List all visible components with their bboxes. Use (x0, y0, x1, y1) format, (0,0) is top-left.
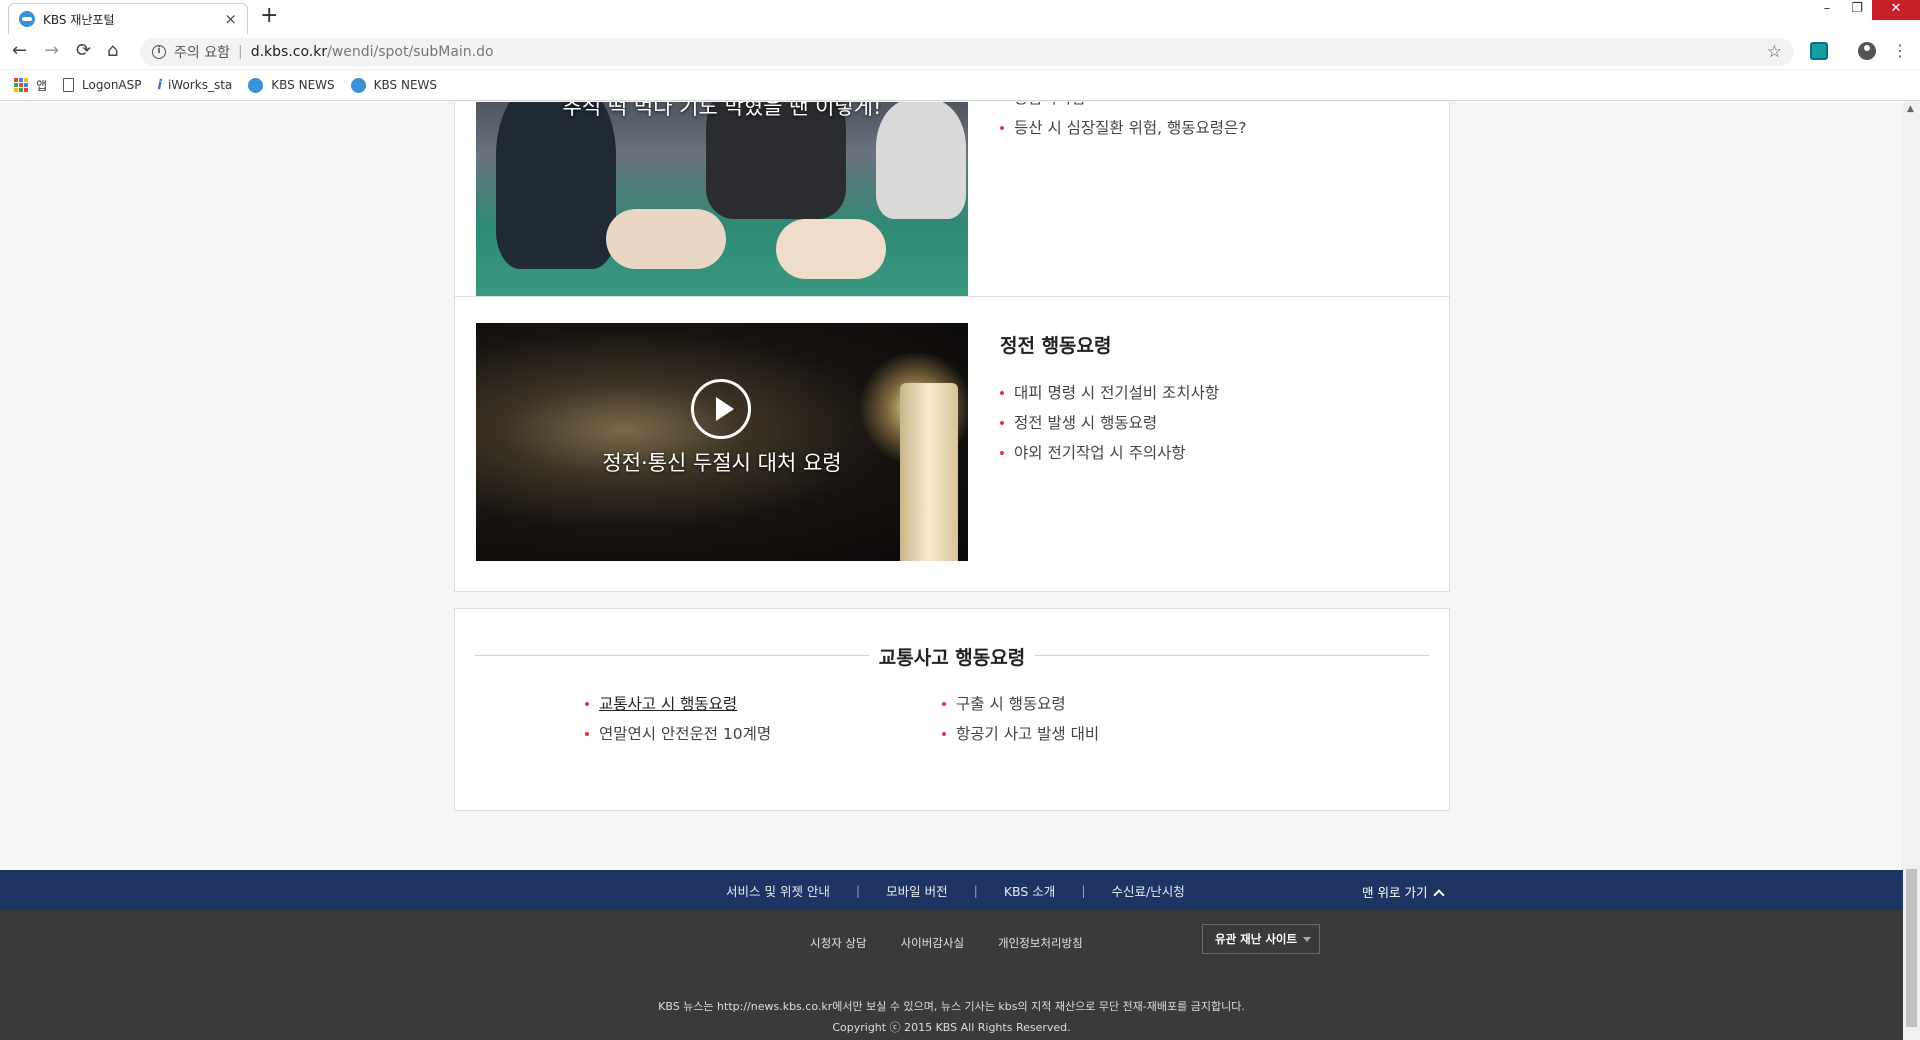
play-icon[interactable] (691, 379, 751, 439)
card-title[interactable]: 정전 행동요령 (1000, 331, 1219, 358)
address-bar[interactable]: i 주의 요함 | d.kbs.co.kr /wendi/spot/subMai… (140, 38, 1794, 66)
iworks-icon: i (157, 77, 162, 93)
security-label: 주의 요함 (174, 45, 230, 61)
footer-notice: KBS 뉴스는 http://news.kbs.co.kr에서만 보실 수 있으… (658, 1000, 1245, 1013)
bookmark-logonasp[interactable]: LogonASP (63, 78, 142, 92)
reload-icon[interactable]: ⟳ (76, 41, 91, 61)
thumbnail-caption: 추석 떡 먹다 기도 막혔을 땐 이렇게! (562, 102, 882, 119)
bookmark-iworks[interactable]: i iWorks_sta (158, 78, 233, 93)
back-to-top-button[interactable]: 맨 위로 가기 (1362, 882, 1446, 901)
divider: | (973, 882, 978, 898)
blackout-list: 대피 명령 시 전기설비 조치사항 정전 발생 시 행동요령 야외 전기작업 시… (1000, 378, 1219, 468)
traffic-card: 교통사고 행동요령 교통사고 시 행동요령 연말연시 안전운전 10계명 구출 … (454, 608, 1450, 811)
home-icon[interactable]: ⌂ (107, 41, 118, 61)
list-item[interactable]: 연말연시 안전운전 10계명 (585, 719, 771, 749)
back-to-top-label: 맨 위로 가기 (1362, 885, 1428, 900)
related-sites-label: 유관 재난 사이트 (1215, 932, 1298, 946)
list-item[interactable]: 대피 명령 시 전기설비 조치사항 (1000, 378, 1219, 408)
account-icon[interactable] (1858, 42, 1876, 60)
footer-main: 시청자 상담 사이버감사실 개인정보처리방침 유관 재난 사이트 KBS 뉴스는… (0, 910, 1903, 1040)
bookmarks-bar: 앱 LogonASP i iWorks_sta KBS NEWS KBS NEW… (0, 70, 1920, 101)
footer-link-viewer[interactable]: 시청자 상담 (810, 935, 867, 951)
copyright: Copyright ⓒ 2015 KBS All Rights Reserved… (832, 1021, 1071, 1034)
kbs-icon (248, 77, 264, 93)
bookmark-apps[interactable]: 앱 (14, 77, 47, 94)
traffic-list-right: 구출 시 행동요령 항공기 사고 발생 대비 (942, 689, 1099, 749)
first-aid-list: 응급처치법 등산 시 심장질환 위험, 행동요령은? (1000, 102, 1247, 143)
browser-menu-icon[interactable]: ⋮ (1892, 41, 1908, 61)
blackout-info: 정전 행동요령 대피 명령 시 전기설비 조치사항 정전 발생 시 행동요령 야… (1000, 331, 1219, 468)
traffic-list-left: 교통사고 시 행동요령 연말연시 안전운전 10계명 (585, 689, 771, 749)
bookmark-label: 앱 (36, 78, 48, 93)
bookmark-label: KBS NEWS (271, 78, 335, 92)
bookmark-label: iWorks_sta (167, 78, 233, 92)
footer-nav: 서비스 및 위젯 안내 | 모바일 버전 | KBS 소개 | 수신료/난시청 … (0, 870, 1903, 910)
apps-grid-icon (14, 78, 28, 92)
extension-icon[interactable] (1810, 42, 1828, 60)
bookmark-kbs-news-1[interactable]: KBS NEWS (248, 77, 335, 93)
page-viewport: 추석 떡 먹다 기도 막혔을 땐 이렇게! 응급처치법 등산 시 심장질환 위험… (0, 102, 1903, 1040)
list-item[interactable]: 야외 전기작업 시 주의사항 (1000, 438, 1219, 468)
forward-icon[interactable]: → (44, 41, 59, 61)
first-aid-video-thumbnail[interactable]: 추석 떡 먹다 기도 막혔을 땐 이렇게! (476, 102, 968, 297)
minimize-button[interactable]: – (1812, 0, 1842, 20)
divider: | (1081, 882, 1086, 898)
bookmark-star-icon[interactable]: ☆ (1767, 42, 1782, 62)
url-path: /wendi/spot/subMain.do (327, 44, 494, 60)
list-item[interactable]: 항공기 사고 발생 대비 (942, 719, 1099, 749)
url-host: d.kbs.co.kr (250, 44, 328, 60)
page-scrollbar[interactable]: ▲ (1903, 102, 1920, 1040)
dropdown-arrow-icon (1303, 937, 1311, 942)
traffic-title: 교통사고 행동요령 (868, 647, 1036, 669)
list-item[interactable]: 응급처치법 (1000, 102, 1247, 113)
address-separator: | (237, 44, 243, 60)
footer-link-privacy[interactable]: 개인정보처리방침 (998, 935, 1083, 951)
list-item[interactable]: 정전 발생 시 행동요령 (1000, 408, 1219, 438)
scrollbar-thumb[interactable] (1906, 869, 1917, 1027)
section-title: 교통사고 행동요령 (475, 643, 1429, 670)
new-tab-button[interactable]: + (260, 5, 278, 27)
list-item[interactable]: 등산 시 심장질환 위험, 행동요령은? (1000, 113, 1247, 143)
kbs-favicon-icon (19, 11, 35, 27)
restore-button[interactable]: ❐ (1842, 0, 1872, 20)
footer-link-audit[interactable]: 사이버감사실 (901, 935, 964, 951)
bookmark-kbs-news-2[interactable]: KBS NEWS (350, 77, 438, 93)
list-item[interactable]: 구출 시 행동요령 (942, 689, 1099, 719)
page-icon (63, 78, 75, 92)
close-window-button[interactable]: ✕ (1872, 0, 1920, 20)
thumbnail-caption: 정전·통신 두절시 대처 요령 (602, 451, 842, 475)
tab-strip: KBS 재난포털 × + – ❐ ✕ (0, 0, 1920, 34)
tab-close-icon[interactable]: × (224, 10, 237, 28)
window-controls: – ❐ ✕ (1812, 0, 1920, 20)
footer-links: 시청자 상담 사이버감사실 개인정보처리방침 (810, 935, 1117, 951)
blackout-video-thumbnail[interactable]: 정전·통신 두절시 대처 요령 (476, 323, 968, 561)
footer-link-about[interactable]: KBS 소개 (1004, 881, 1055, 900)
scroll-up-icon[interactable]: ▲ (1907, 104, 1914, 114)
footer-link-service[interactable]: 서비스 및 위젯 안내 (726, 881, 830, 900)
bookmark-label: KBS NEWS (373, 78, 438, 92)
first-aid-info: 응급처치법 등산 시 심장질환 위험, 행동요령은? (1000, 102, 1247, 143)
blackout-card: 정전·통신 두절시 대처 요령 정전 행동요령 대피 명령 시 전기설비 조치사… (454, 296, 1450, 592)
kbs-icon (350, 77, 366, 93)
footer-link-fee[interactable]: 수신료/난시청 (1112, 881, 1185, 900)
footer-link-mobile[interactable]: 모바일 버전 (886, 881, 947, 900)
list-item[interactable]: 교통사고 시 행동요령 (585, 689, 771, 719)
browser-tab[interactable]: KBS 재난포털 × (8, 3, 248, 34)
bookmark-label: LogonASP (82, 78, 142, 92)
footer-nav-links: 서비스 및 위젯 안내 | 모바일 버전 | KBS 소개 | 수신료/난시청 (726, 870, 1185, 910)
info-icon[interactable]: i (152, 45, 166, 59)
back-icon[interactable]: ← (12, 41, 27, 61)
related-sites-select[interactable]: 유관 재난 사이트 (1202, 924, 1320, 954)
browser-toolbar: ← → ⟳ ⌂ i 주의 요함 | d.kbs.co.kr /wendi/spo… (0, 34, 1920, 70)
divider: | (855, 882, 861, 898)
tab-title: KBS 재난포털 (43, 12, 115, 27)
chevron-up-icon (1433, 889, 1446, 901)
